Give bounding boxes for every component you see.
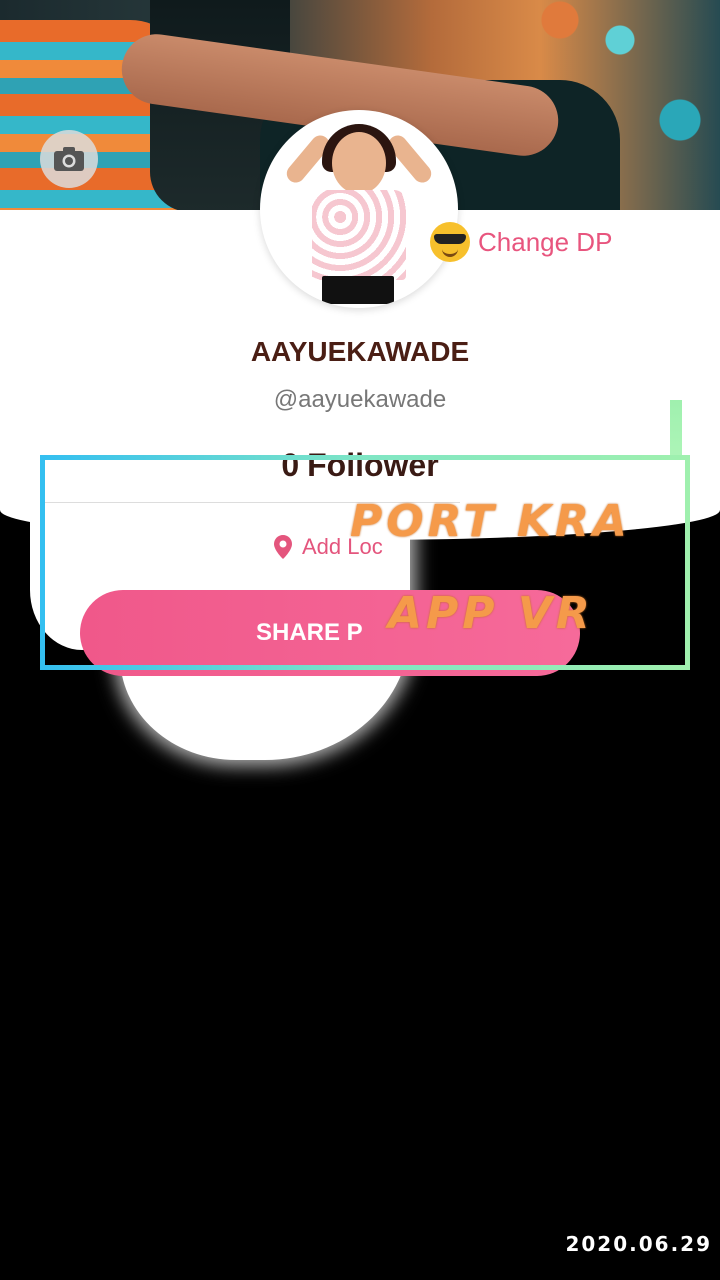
change-dp-label: Change DP [478,226,613,257]
profile-handle: @aayuekawade [273,386,447,413]
change-cover-button[interactable] [40,130,98,188]
overlay-text-line2: APP VR [388,588,594,639]
profile-username: AAYUEKAWADE [250,336,470,367]
overlay-frame-accent [670,400,682,460]
overlay-text-line1: PORT KRA [350,496,631,547]
camera-icon [54,147,84,171]
profile-avatar[interactable] [260,110,458,308]
change-dp-button[interactable]: Change DP [430,222,612,262]
sunglasses-emoji-icon [430,222,470,262]
date-stamp: 2020.06.29 [565,1232,712,1256]
